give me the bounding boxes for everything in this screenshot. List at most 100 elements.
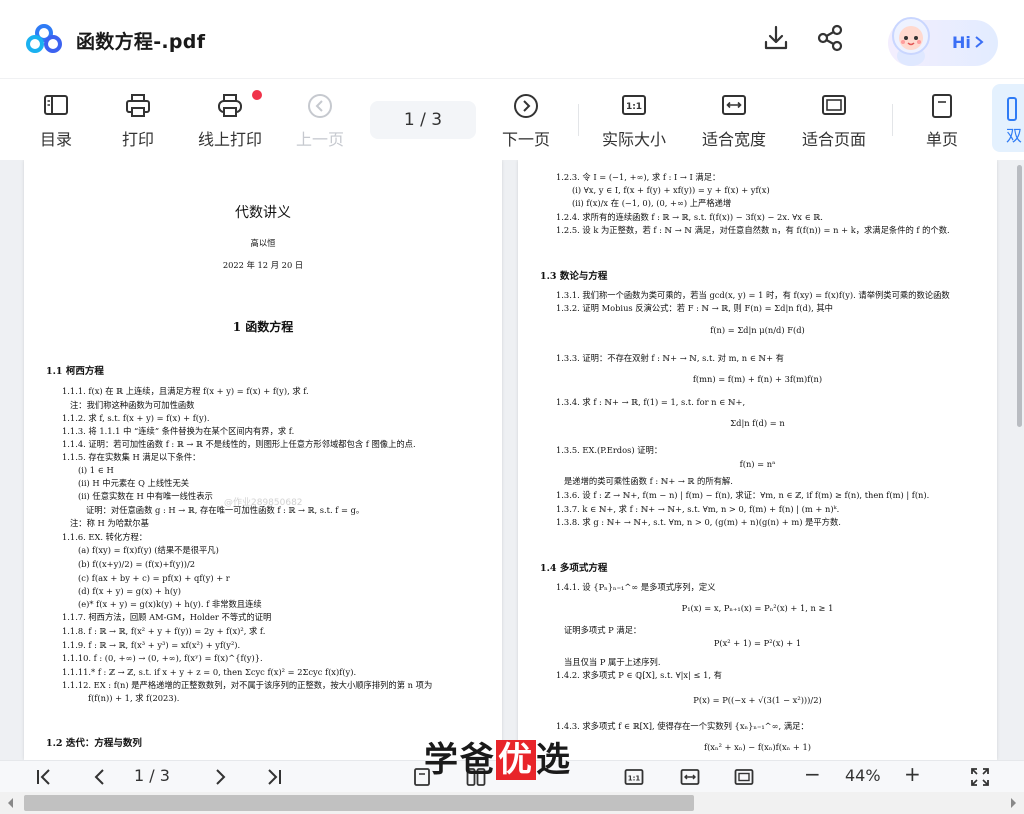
- assistant-avatar-icon[interactable]: [880, 8, 942, 70]
- fit-page-icon: [822, 95, 846, 115]
- text-line: (c) f(ax + by + c) = pf(x) + qf(y) + r: [78, 573, 230, 583]
- printer-icon: [126, 94, 150, 117]
- text-line: 1.1.11.* f : ℤ → ℤ, s.t. if x + y + z = …: [62, 667, 357, 677]
- section-heading: 1.2 迭代：方程与数列: [46, 738, 142, 749]
- brand-watermark: 学爸优选: [424, 740, 572, 780]
- print-button[interactable]: 打印: [108, 79, 168, 161]
- text-line: 注：我们称这种函数为可加性函数: [70, 400, 195, 410]
- svg-text:1:1: 1:1: [626, 102, 642, 112]
- vertical-scrollbar[interactable]: [1017, 165, 1022, 427]
- next-page-icon: [514, 94, 538, 118]
- online-print-icon: [218, 94, 242, 117]
- doc-author: 高以恒: [250, 238, 276, 248]
- text-line: (ii) f(x)/x 在 (−1, 0), (0, +∞) 上严格递增: [572, 198, 732, 208]
- chapter-heading: 1 函数方程: [232, 320, 294, 334]
- fit-width-icon: [722, 95, 746, 115]
- scroll-left-icon[interactable]: [6, 797, 16, 809]
- text-line: 1.4.3. 求多项式 f ∈ ℝ[X], 使得存在一个实数列 {xₙ}ₙ₌₁^…: [556, 721, 809, 731]
- last-page-icon[interactable]: [264, 767, 284, 787]
- text-line: 1.2.4. 求所有的连续函数 f : ℝ → ℝ, s.t. f(f(x)) …: [556, 212, 823, 222]
- pdf-page-1: 代数讲义 高以恒 2022 年 12 月 20 日 1 函数方程 1.1 柯西方…: [24, 160, 502, 760]
- formula-line: Σd|n f(d) = n: [730, 418, 785, 428]
- text-line: 1.1.2. 求 f, s.t. f(x + y) = f(x) + f(y).: [62, 413, 210, 423]
- toolbar-divider: [892, 104, 893, 136]
- fit-page-small-icon[interactable]: [734, 767, 754, 787]
- text-line: (b) f((x+y)/2) = (f(x)+f(y))/2: [78, 559, 196, 569]
- text-line: f(f(n)) + 1, 求 f(2023).: [88, 693, 180, 703]
- app-header: 函数方程-.pdf Hi: [0, 0, 1024, 78]
- formula-line: P₁(x) = x, Pₙ₊₁(x) = Pₙ²(x) + 1, n ≥ 1: [681, 603, 834, 613]
- bottom-page-indicator[interactable]: 1 / 3: [134, 766, 170, 785]
- formula-line: f(n) = nᵃ: [739, 459, 776, 469]
- text-line: 1.4.2. 求多项式 P ∈ ℚ[X], s.t. ∀|x| ≤ 1, 有: [556, 670, 722, 680]
- section-heading: 1.4 多项式方程: [540, 563, 608, 574]
- formula-line: f(xₙ² + xₙ) − f(xₙ)f(xₙ + 1): [704, 742, 811, 752]
- text-line: 1.3.7. k ∈ ℕ+, 求 f : ℕ+ → ℕ+, s.t. ∀m, n…: [556, 504, 840, 514]
- toolbar-divider: [578, 104, 579, 136]
- fit-width-small-icon[interactable]: [680, 767, 700, 787]
- formula-line: P(x) = P((−x + √(3(1 − x²)))/2): [693, 695, 822, 705]
- doc-heading: 代数讲义: [235, 205, 291, 221]
- text-line: 注：称 H 为哈默尔基: [70, 518, 149, 528]
- single-page-button[interactable]: 单页: [912, 79, 972, 161]
- text-line: 当且仅当 P 属于上述序列.: [564, 657, 661, 667]
- text-line: 1.4.1. 设 {Pₙ}ₙ₌₁^∞ 是多项式序列，定义: [556, 582, 716, 592]
- scroll-right-icon[interactable]: [1008, 797, 1018, 809]
- formula-line: f(n) = Σd|n μ(n/d) F(d): [710, 325, 805, 335]
- cloud-logo-icon: [26, 24, 62, 53]
- prev-page-icon: [308, 94, 332, 118]
- toc-icon: [44, 95, 68, 115]
- text-line: (ii) H 中元素在 Q 上线性无关: [78, 478, 190, 488]
- double-page-button[interactable]: 双: [992, 84, 1024, 152]
- text-line: 1.3.2. 证明 Mobius 反演公式：若 F : ℕ → ℝ, 则 F(n…: [556, 303, 833, 313]
- pdf-viewer[interactable]: 代数讲义 高以恒 2022 年 12 月 20 日 1 函数方程 1.1 柯西方…: [0, 160, 1024, 760]
- notification-dot: [252, 90, 262, 100]
- text-line: 1.3.3. 证明：不存在双射 f : ℕ+ → ℕ, s.t. 对 m, n …: [556, 353, 784, 363]
- toc-button[interactable]: 目录: [26, 79, 86, 161]
- share-icon[interactable]: [816, 24, 844, 52]
- text-line: 1.1.4. 证明：若可加性函数 f : ℝ → ℝ 不是线性的，则图形上任意方…: [62, 439, 416, 449]
- text-line: 1.3.8. 求 g : ℕ+ → ℕ+, s.t. ∀m, n > 0, (g…: [556, 517, 841, 527]
- actual-size-icon: 1:1: [622, 95, 646, 115]
- text-line: 1.3.1. 我们称一个函数为类可乘的，若当 gcd(x, y) = 1 时，有…: [556, 290, 950, 300]
- actual-size-button[interactable]: 1:1 实际大小: [596, 79, 672, 161]
- zoom-in-button[interactable]: +: [904, 762, 921, 786]
- text-line: 1.3.4. 求 f : ℕ+ → ℝ, f(1) = 1, s.t. for …: [556, 397, 746, 407]
- text-line: 1.1.9. f : ℝ → ℝ, f(x³ + y³) = xf(x²) + …: [62, 640, 241, 650]
- text-line: (a) f(xy) = f(x)f(y) (结果不是很平凡): [78, 545, 219, 555]
- faint-watermark: @作业289850682: [224, 498, 303, 508]
- zoom-level[interactable]: 44%: [845, 766, 881, 785]
- svg-text:1:1: 1:1: [628, 775, 641, 783]
- text-line: (e)* f(x + y) = g(x)k(y) + h(y). f 非常数且连…: [78, 599, 262, 609]
- single-page-icon: [932, 94, 952, 118]
- prev-page-button[interactable]: 上一页: [290, 79, 350, 161]
- first-page-icon[interactable]: [34, 767, 54, 787]
- prev-page-small-icon[interactable]: [90, 767, 110, 787]
- next-page-small-icon[interactable]: [210, 767, 230, 787]
- chevron-right-icon[interactable]: [974, 35, 984, 49]
- formula-line: f(mn) = f(m) + f(n) + 3f(m)f(n): [692, 374, 823, 384]
- download-icon[interactable]: [762, 24, 790, 52]
- section-heading: 1.1 柯西方程: [46, 366, 104, 377]
- text-line: 1.1.8. f : ℝ → ℝ, f(x² + y + f(y)) = 2y …: [62, 626, 266, 636]
- text-line: 1.1.12. EX : f(n) 是严格递增的正整数数列，对不属于该序列的正整…: [62, 680, 433, 690]
- text-line: 1.2.3. 令 I = (−1, +∞), 求 f : I → I 满足：: [556, 172, 721, 182]
- zoom-out-button[interactable]: −: [804, 762, 821, 786]
- toolbar: 目录 打印 线上打印 上一页 1 / 3 下一页 1:1 实际大小 适合宽度 适…: [0, 78, 1024, 160]
- text-line: 1.3.5. EX.(P.Erdos) 证明：: [556, 445, 663, 455]
- actual-size-small-icon[interactable]: 1:1: [624, 767, 644, 787]
- fit-page-button[interactable]: 适合页面: [794, 79, 874, 161]
- text-line: 1.2.5. 设 k 为正整数，若 f : ℕ → ℕ 满足，对任意自然数 n，…: [556, 225, 950, 235]
- hi-label[interactable]: Hi: [952, 33, 971, 52]
- page-indicator[interactable]: 1 / 3: [370, 101, 476, 139]
- text-line: (ii) 任意实数在 H 中有唯一线性表示: [78, 491, 213, 501]
- fullscreen-icon[interactable]: [970, 767, 990, 787]
- next-page-button[interactable]: 下一页: [496, 79, 556, 161]
- fit-width-button[interactable]: 适合宽度: [694, 79, 774, 161]
- text-line: (i) 1 ∈ H: [78, 465, 114, 475]
- text-line: 1.3.6. 设 f : ℤ → ℕ+, f(m − n) | f(m) − f…: [556, 490, 930, 500]
- pdf-page-2: 1.2.3. 令 I = (−1, +∞), 求 f : I → I 满足： (…: [518, 160, 997, 760]
- formula-line: P(x² + 1) = P²(x) + 1: [713, 638, 802, 648]
- horizontal-scrollbar-thumb[interactable]: [24, 795, 694, 811]
- text-line: 1.1.7. 柯西方法，回顾 AM-GM，Holder 不等式的证明: [62, 612, 272, 622]
